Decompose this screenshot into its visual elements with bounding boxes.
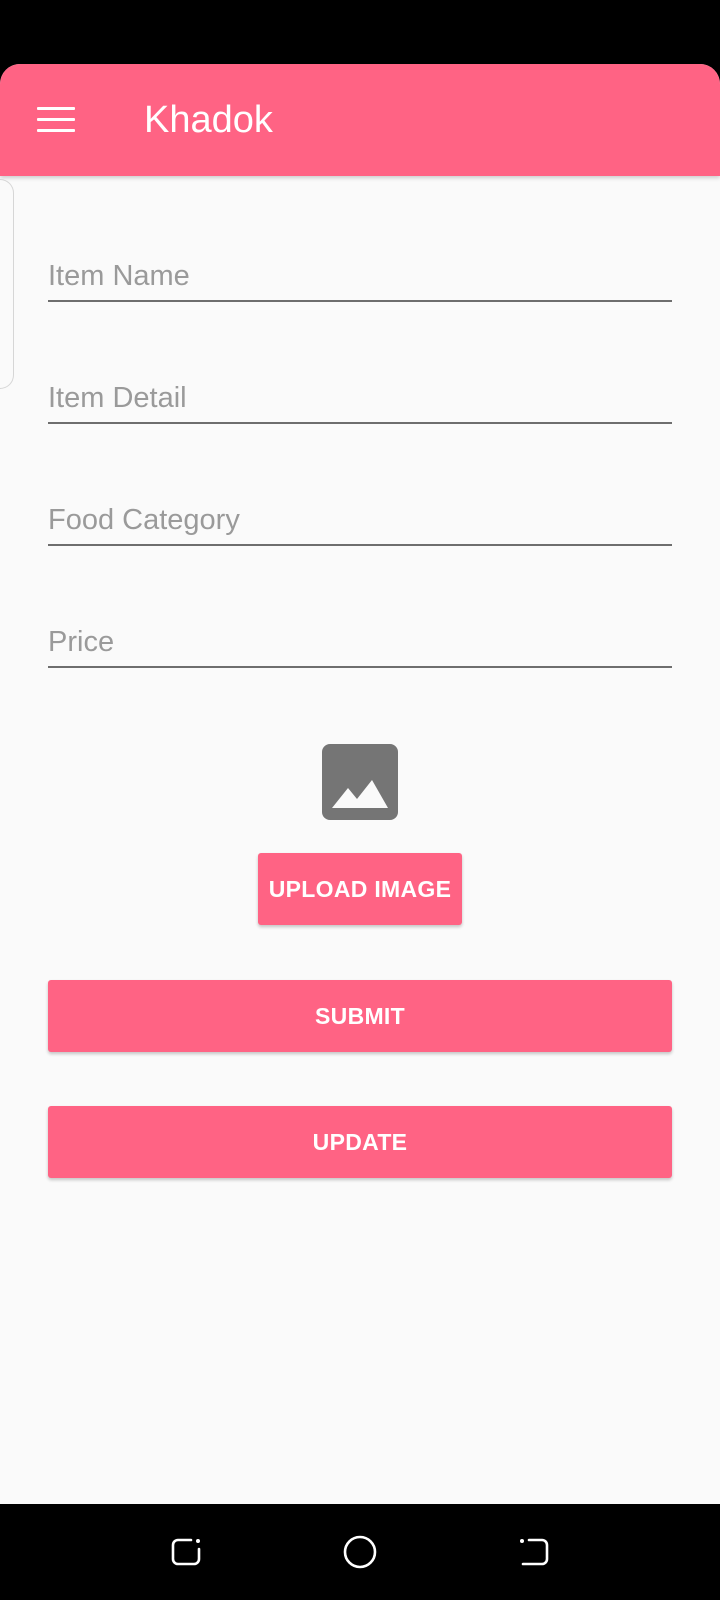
back-icon[interactable] (514, 1532, 554, 1572)
hamburger-menu-icon (37, 107, 75, 133)
recent-apps-icon[interactable] (166, 1532, 206, 1572)
food-category-input[interactable] (48, 476, 672, 546)
app-screen: Khadok UPLOAD IMAGE SUBMIT UPDATE (0, 64, 720, 1504)
app-bar: Khadok (0, 64, 720, 176)
drawer-handle[interactable] (0, 179, 14, 389)
price-field[interactable] (48, 598, 672, 668)
system-navigation-bar (0, 1504, 720, 1600)
price-input[interactable] (48, 598, 672, 668)
menu-button[interactable] (30, 94, 82, 146)
food-category-field[interactable] (48, 476, 672, 546)
item-name-input[interactable] (48, 232, 672, 302)
image-placeholder-icon[interactable] (322, 744, 398, 820)
app-title: Khadok (144, 99, 273, 141)
submit-button[interactable]: SUBMIT (48, 980, 672, 1052)
home-circle-icon[interactable] (340, 1532, 380, 1572)
upload-image-button[interactable]: UPLOAD IMAGE (258, 853, 462, 925)
item-detail-field[interactable] (48, 354, 672, 424)
item-detail-input[interactable] (48, 354, 672, 424)
update-button[interactable]: UPDATE (48, 1106, 672, 1178)
item-name-field[interactable] (48, 232, 672, 302)
